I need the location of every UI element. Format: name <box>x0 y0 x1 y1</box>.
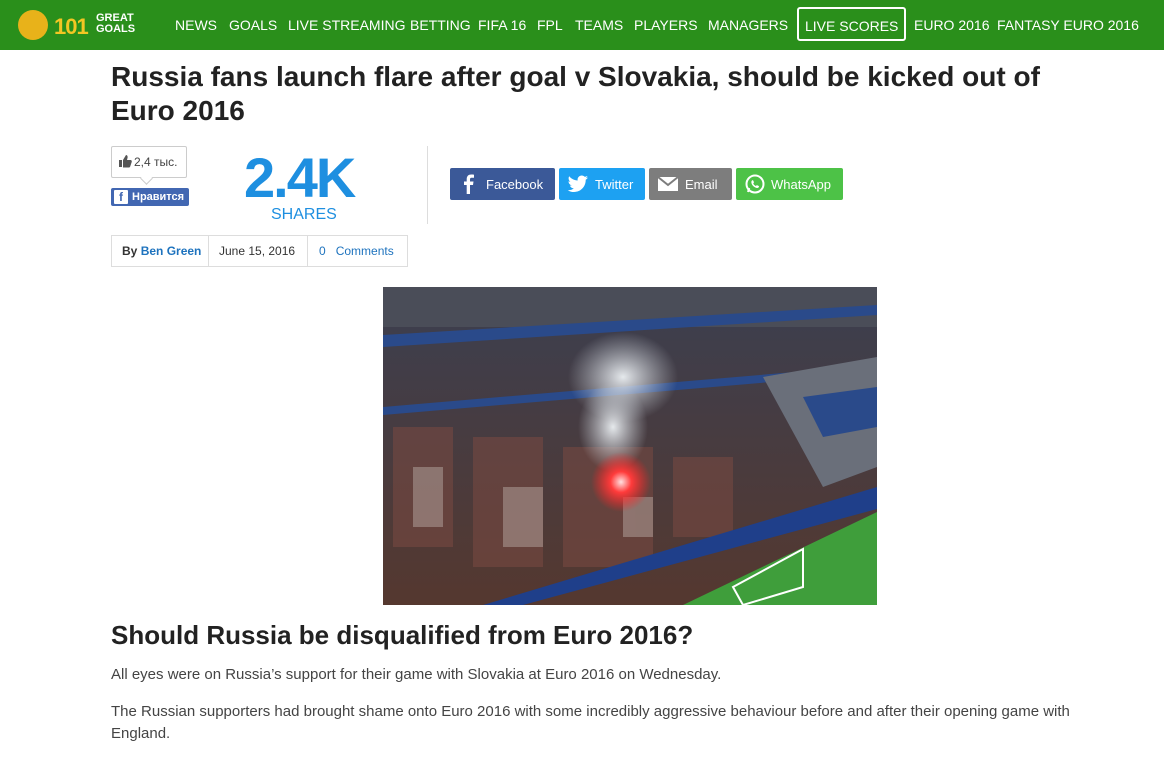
top-nav: 101 GREAT GOALS NEWS GOALS LIVE STREAMIN… <box>0 0 1164 50</box>
nav-live-streaming[interactable]: LIVE STREAMING <box>288 0 405 50</box>
twitter-icon <box>567 175 588 192</box>
paragraph-2-line-2: England. <box>111 725 171 742</box>
logo-word-2: GOALS <box>96 23 136 35</box>
facebook-icon <box>464 174 474 194</box>
whatsapp-icon <box>745 174 765 194</box>
fb-like-count: 2,4 тыс. <box>134 155 178 169</box>
paragraph-2-line-1: The Russian supporters had brought shame… <box>111 703 1070 720</box>
share-twitter-button[interactable]: Twitter <box>559 168 645 200</box>
logo-wordmark: GREAT GOALS <box>96 13 135 35</box>
nav-fifa16[interactable]: FIFA 16 <box>478 0 526 50</box>
share-twitter-label: Twitter <box>595 177 634 192</box>
nav-fantasy-euro[interactable]: FANTASY EURO 2016 <box>997 0 1139 50</box>
nav-live-scores-button[interactable]: LIVE SCORES <box>797 7 907 41</box>
article-paragraph-2: The Russian supporters had brought shame… <box>111 701 1111 745</box>
article-photo <box>383 287 877 605</box>
author-link[interactable]: Ben Green <box>141 244 202 258</box>
share-facebook-label: Facebook <box>486 177 544 192</box>
share-whatsapp-button[interactable]: WhatsApp <box>736 168 843 200</box>
fb-like-count-bubble: 2,4 тыс. <box>111 146 187 178</box>
logo-number: 101 <box>54 14 89 39</box>
envelope-icon <box>657 176 679 191</box>
nav-players[interactable]: PLAYERS <box>634 0 698 50</box>
nav-euro2016[interactable]: EURO 2016 <box>914 0 989 50</box>
publish-date: June 15, 2016 <box>219 244 296 258</box>
nav-teams[interactable]: TEAMS <box>575 0 623 50</box>
site-logo[interactable]: 101 GREAT GOALS <box>14 6 144 46</box>
comments-link[interactable]: 0 Comments <box>319 236 394 266</box>
title-line-2: Euro 2016 <box>111 95 245 126</box>
stadium-flare-image <box>383 287 877 605</box>
article-title: Russia fans launch flare after goal v Sl… <box>111 60 1111 128</box>
nav-news[interactable]: NEWS <box>175 0 217 50</box>
fb-like-button[interactable]: f Нравится <box>111 188 189 206</box>
article-meta: By Ben Green June 15, 2016 0 Comments <box>111 235 408 267</box>
nav-fpl[interactable]: FPL <box>537 0 563 50</box>
nav-goals[interactable]: GOALS <box>229 0 277 50</box>
shares-count: 2.4K <box>244 146 356 209</box>
share-email-button[interactable]: Email <box>649 168 732 200</box>
thumbs-up-icon <box>119 155 132 168</box>
share-whatsapp-label: WhatsApp <box>771 177 831 192</box>
nav-managers[interactable]: MANAGERS <box>708 0 788 50</box>
comments-count: 0 <box>319 244 326 258</box>
facebook-icon: f <box>114 190 128 204</box>
meta-separator <box>208 236 209 266</box>
article-paragraph-1: All eyes were on Russia’s support for th… <box>111 666 722 683</box>
byline-prefix: By <box>122 244 138 258</box>
nav-betting[interactable]: BETTING <box>410 0 471 50</box>
meta-separator <box>307 236 308 266</box>
comments-label: Comments <box>335 244 394 258</box>
byline: By Ben Green <box>122 236 201 266</box>
share-facebook-button[interactable]: Facebook <box>450 168 555 200</box>
shares-label: SHARES <box>271 206 337 223</box>
article-subheading: Should Russia be disqualified from Euro … <box>111 620 694 650</box>
title-line-1: Russia fans launch flare after goal v Sl… <box>111 61 1040 92</box>
football-icon <box>18 10 48 40</box>
divider <box>427 146 428 224</box>
share-email-label: Email <box>685 177 718 192</box>
fb-like-label: Нравится <box>132 191 185 203</box>
